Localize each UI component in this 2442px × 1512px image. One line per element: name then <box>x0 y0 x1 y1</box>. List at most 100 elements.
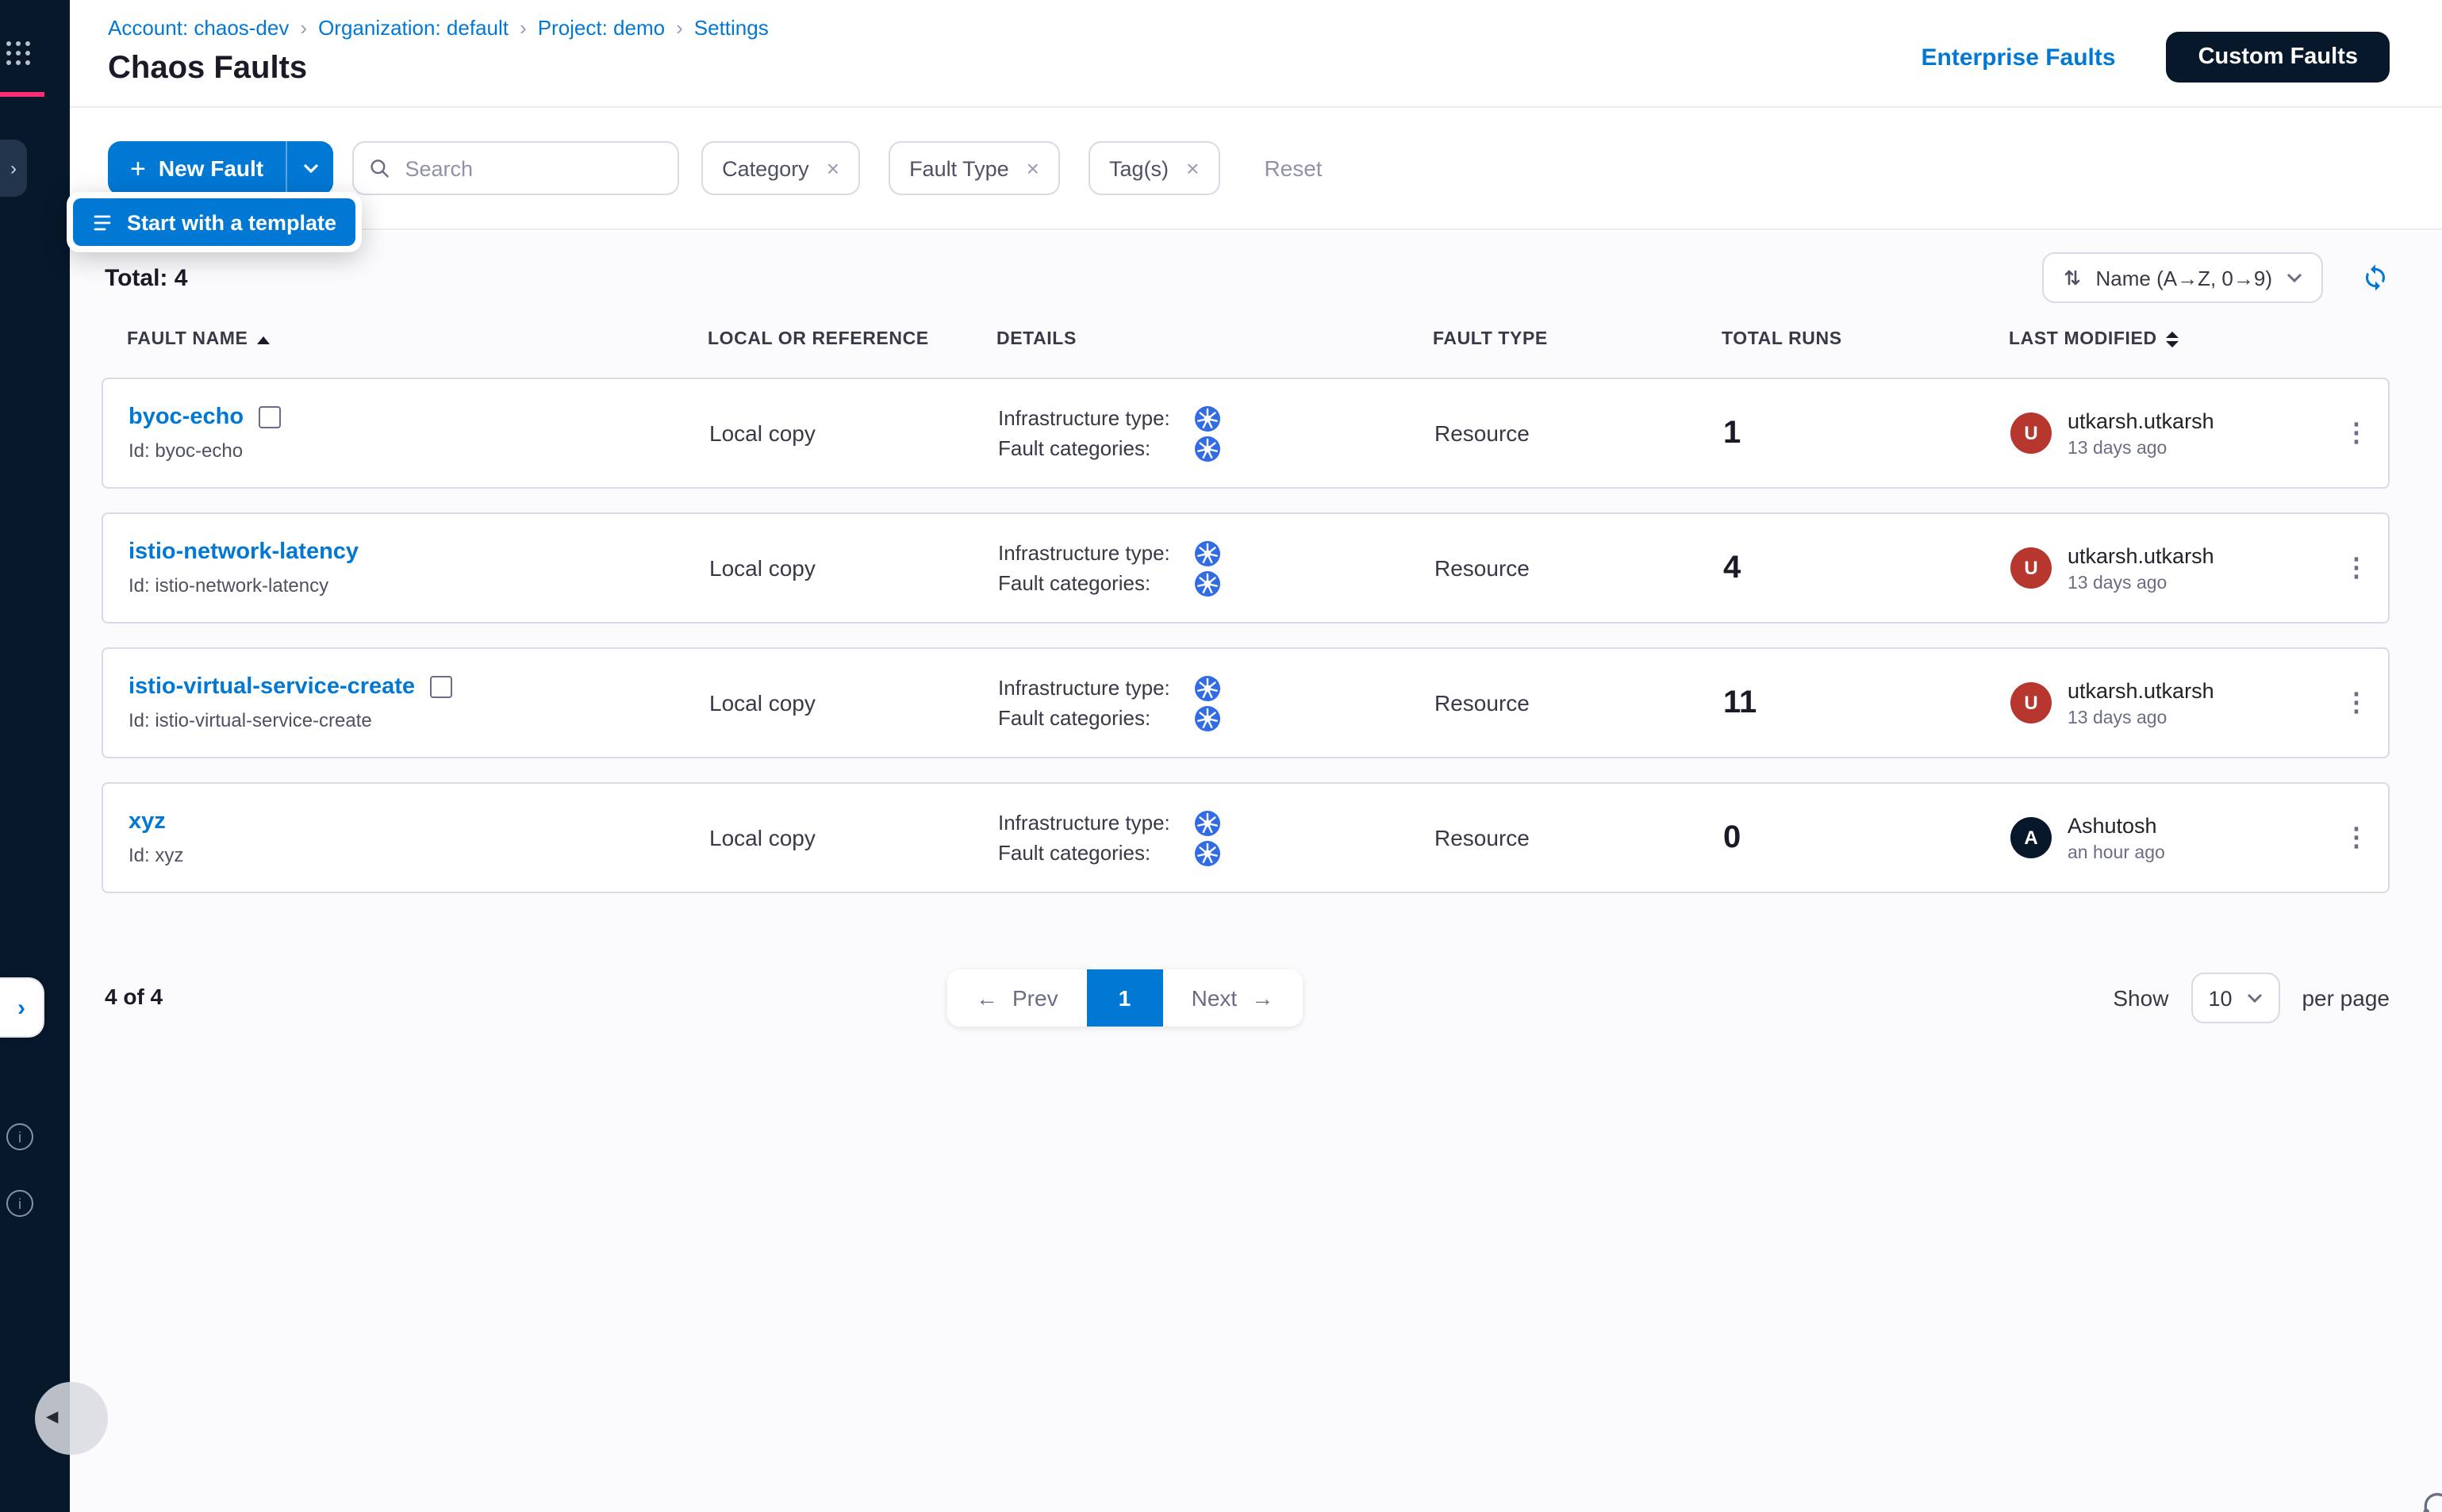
table-row: byoc-echo Id: byoc-echo Local copy Infra… <box>102 378 2390 489</box>
start-with-template-menu-item[interactable]: Start with a template <box>73 198 355 246</box>
fault-name-cell: istio-virtual-service-create Id: istio-v… <box>103 674 709 731</box>
filter-chip-category[interactable]: Category × <box>701 141 860 195</box>
new-fault-dropdown-menu: Start with a template <box>67 192 362 252</box>
table-row: istio-network-latency Id: istio-network-… <box>102 512 2390 624</box>
table-row: xyz Id: xyz Local copy Infrastructure ty… <box>102 782 2390 893</box>
kubernetes-icon <box>1195 436 1220 461</box>
modified-when: 13 days ago <box>2068 439 2214 458</box>
kubernetes-icon <box>1195 705 1220 731</box>
details-cell: Infrastructure type: Fault categories: <box>998 670 1434 735</box>
refresh-button[interactable] <box>2361 263 2390 292</box>
details-cell: Infrastructure type: Fault categories: <box>998 401 1434 466</box>
template-icon <box>92 212 113 232</box>
breadcrumb-organization[interactable]: Organization: default <box>318 16 509 40</box>
fault-id: Id: istio-virtual-service-create <box>129 709 709 731</box>
chaos-nav-widget[interactable]: ◀ <box>35 1382 108 1455</box>
new-fault-dropdown-button[interactable] <box>287 141 333 195</box>
sidebar-expand-button[interactable]: › <box>0 140 27 197</box>
fault-categories-label: Fault categories: <box>998 436 1195 460</box>
kubernetes-icon <box>1195 405 1220 431</box>
infrastructure-type-label: Infrastructure type: <box>998 406 1195 430</box>
breadcrumb-project[interactable]: Project: demo <box>538 16 665 40</box>
apps-grid-icon[interactable] <box>6 41 30 65</box>
table-row: istio-virtual-service-create Id: istio-v… <box>102 647 2390 758</box>
per-page-controls: Show 10 per page <box>2113 973 2390 1023</box>
chevron-down-icon <box>2286 273 2302 282</box>
avatar: A <box>2010 817 2052 858</box>
chip-label: Category <box>722 156 809 180</box>
fault-name-link[interactable]: xyz <box>129 809 166 835</box>
headset-icon <box>2420 1490 2442 1512</box>
total-runs: 4 <box>1723 550 2010 586</box>
close-icon[interactable]: × <box>1186 157 1199 179</box>
per-page-select[interactable]: 10 <box>2191 973 2279 1023</box>
close-icon[interactable]: × <box>827 157 839 179</box>
row-menu-button[interactable]: ⋮ <box>2344 417 2369 449</box>
new-fault-button[interactable]: + New Fault <box>108 141 286 195</box>
app-window: i i › › ◀ Account: chaos-dev › Organizat… <box>0 0 2442 1512</box>
back-arrow-icon: ◀ <box>46 1409 58 1426</box>
kubernetes-icon <box>1195 540 1220 566</box>
support-button[interactable] <box>2420 1490 2442 1512</box>
breadcrumb-settings[interactable]: Settings <box>694 16 769 40</box>
page-header: Account: chaos-dev › Organization: defau… <box>70 0 2442 108</box>
local-or-reference: Local copy <box>709 825 998 850</box>
enterprise-faults-link[interactable]: Enterprise Faults <box>1922 44 2116 71</box>
details-cell: Infrastructure type: Fault categories: <box>998 535 1434 601</box>
chip-label: Tag(s) <box>1109 156 1169 180</box>
kubernetes-icon <box>1195 570 1220 596</box>
box-icon <box>258 406 280 428</box>
details-cell: Infrastructure type: Fault categories: <box>998 805 1434 870</box>
reset-filters-button[interactable]: Reset <box>1264 155 1322 181</box>
fault-name-link[interactable]: byoc-echo <box>129 405 244 430</box>
custom-faults-button[interactable]: Custom Faults <box>2167 32 2390 83</box>
avatar: U <box>2010 682 2052 723</box>
left-arrow-icon: ← <box>976 985 998 1011</box>
kubernetes-icon <box>1195 840 1220 865</box>
chip-label: Fault Type <box>909 156 1009 180</box>
sort-dropdown[interactable]: Name (A→Z, 0→9) <box>2042 252 2324 303</box>
total-runs: 11 <box>1723 685 2010 721</box>
modified-by: utkarsh.utkarsh <box>2068 409 2214 432</box>
sort-ascending-icon <box>258 336 271 343</box>
help-icon[interactable]: i <box>6 1190 33 1217</box>
modified-when: 13 days ago <box>2068 708 2214 727</box>
right-controls: Name (A→Z, 0→9) <box>2042 252 2390 303</box>
close-icon[interactable]: × <box>1027 157 1039 179</box>
active-module-indicator <box>0 92 44 97</box>
sort-label: Name (A→Z, 0→9) <box>2096 266 2273 290</box>
local-or-reference: Local copy <box>709 555 998 581</box>
kubernetes-icon <box>1195 675 1220 700</box>
filter-chip-fault-type[interactable]: Fault Type × <box>889 141 1060 195</box>
fault-categories-label: Fault categories: <box>998 571 1195 595</box>
row-menu-button[interactable]: ⋮ <box>2344 687 2369 719</box>
next-label: Next <box>1192 985 1238 1011</box>
prev-page-button[interactable]: ← Prev <box>947 969 1087 1027</box>
column-fault-name[interactable]: FAULT NAME <box>102 330 708 349</box>
fault-categories-label: Fault categories: <box>998 841 1195 865</box>
show-label: Show <box>2113 985 2168 1011</box>
chevron-right-icon: › <box>300 16 307 40</box>
table-header: FAULT NAME LOCAL OR REFERENCE DETAILS FA… <box>102 330 2390 349</box>
row-menu-button[interactable]: ⋮ <box>2344 552 2369 584</box>
next-page-button[interactable]: Next → <box>1163 969 1303 1027</box>
info-icon[interactable]: i <box>6 1123 33 1150</box>
fault-name-link[interactable]: istio-virtual-service-create <box>129 674 415 700</box>
fault-name-link[interactable]: istio-network-latency <box>129 539 359 565</box>
column-last-modified[interactable]: LAST MODIFIED <box>2009 330 2326 349</box>
infrastructure-type-label: Infrastructure type: <box>998 541 1195 565</box>
panel-expand-button[interactable]: › <box>0 977 44 1038</box>
search-box <box>352 141 679 195</box>
search-input[interactable] <box>401 155 662 182</box>
row-menu-button[interactable]: ⋮ <box>2344 822 2369 854</box>
column-details: DETAILS <box>996 330 1433 349</box>
last-modified-cell: U utkarsh.utkarsh 13 days ago <box>2010 543 2325 593</box>
column-total-runs: TOTAL RUNS <box>1722 330 2009 349</box>
column-actions <box>2326 330 2390 349</box>
filter-chip-tags[interactable]: Tag(s) × <box>1089 141 1219 195</box>
breadcrumb-account[interactable]: Account: chaos-dev <box>108 16 289 40</box>
infrastructure-type-label: Infrastructure type: <box>998 811 1195 835</box>
page-number-button[interactable]: 1 <box>1087 969 1163 1027</box>
search-icon <box>370 157 389 179</box>
fault-type: Resource <box>1434 555 1723 581</box>
